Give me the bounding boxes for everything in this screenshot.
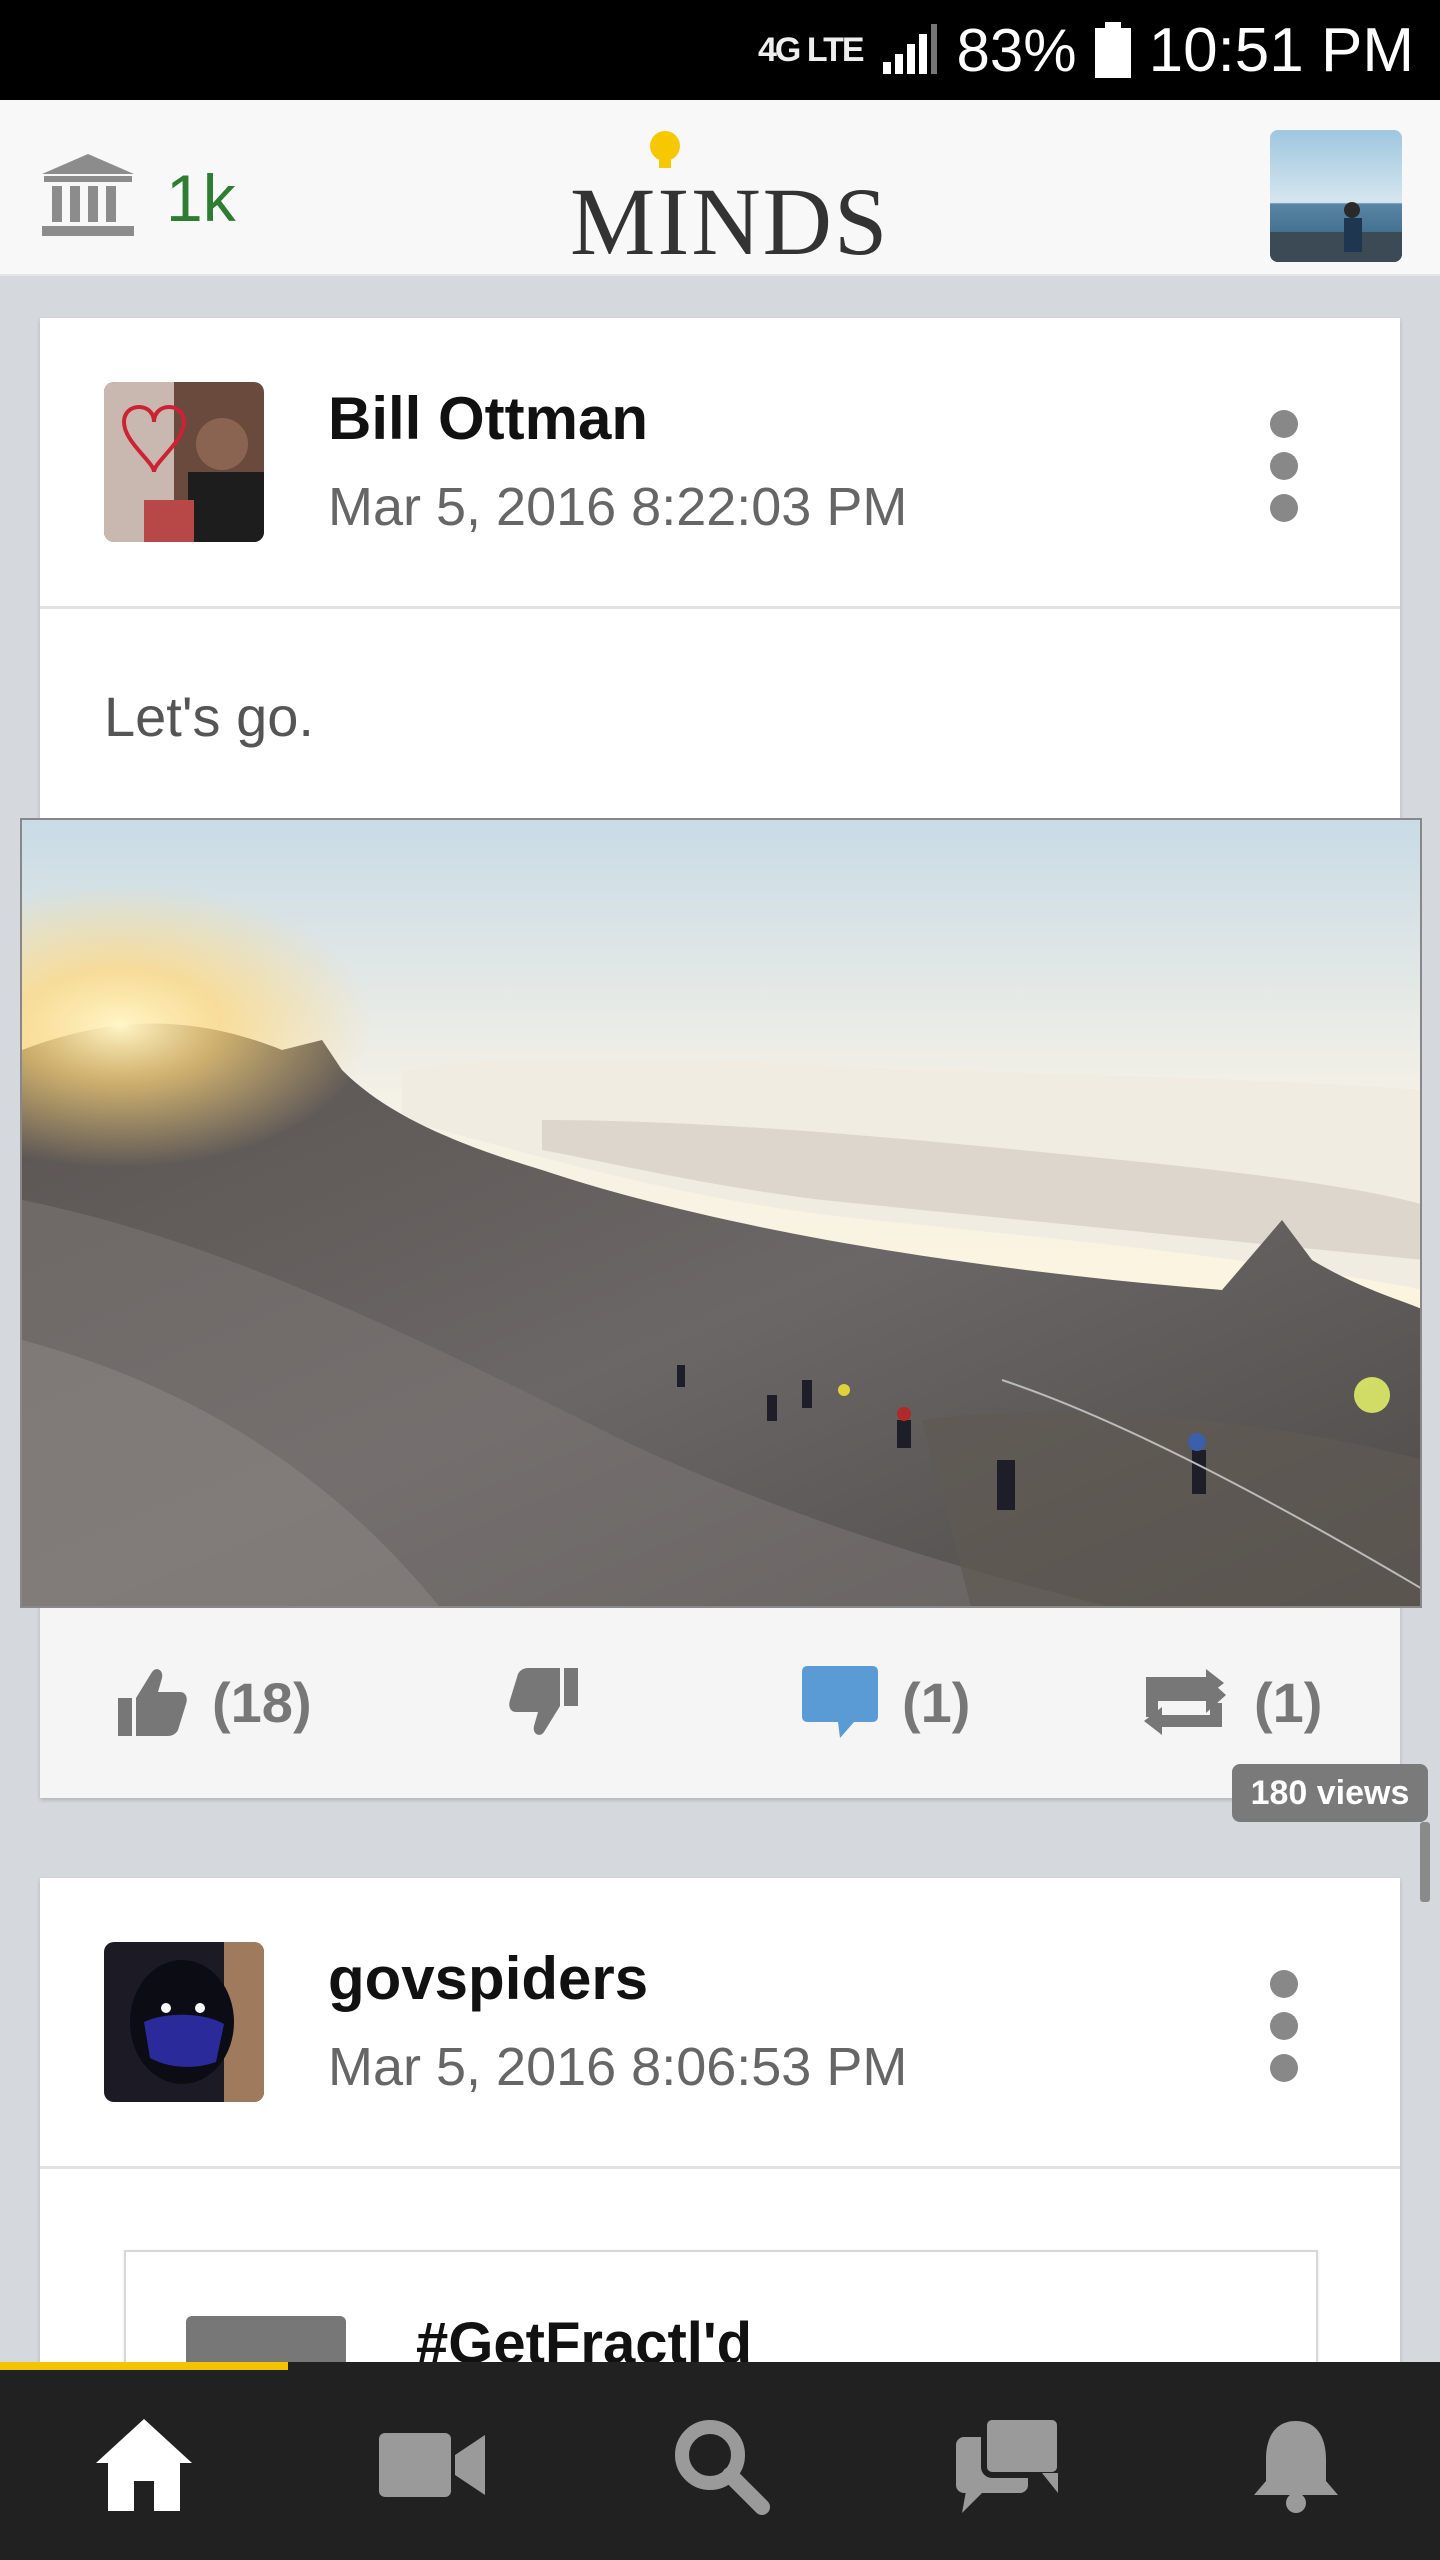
more-options-icon[interactable] xyxy=(1260,1962,1308,2090)
remind-icon xyxy=(1144,1669,1226,1735)
battery-percent: 83% xyxy=(956,16,1077,84)
remind-count: (1) xyxy=(1254,1670,1323,1734)
post-image[interactable] xyxy=(20,818,1422,1608)
notifications-icon xyxy=(1254,2421,1338,2513)
loading-progress-bar xyxy=(0,2362,288,2370)
owner-avatar[interactable] xyxy=(104,1942,264,2102)
comment-button[interactable]: (1) xyxy=(800,1652,970,1752)
bottom-nav xyxy=(0,2362,1440,2560)
activity-card: Bill Ottman Mar 5, 2016 8:22:03 PM Let's… xyxy=(20,318,1422,1798)
divider xyxy=(40,606,1400,609)
post-message: Let's go. xyxy=(104,685,314,748)
nav-search[interactable] xyxy=(660,2410,780,2520)
remind-button[interactable]: (1) xyxy=(1136,1652,1322,1752)
lightbulb-icon xyxy=(650,131,680,168)
owner-name[interactable]: govspiders xyxy=(328,1944,648,2013)
divider xyxy=(40,2166,1400,2169)
scrollbar[interactable] xyxy=(1420,1822,1430,1902)
minds-logo[interactable]: MINDS xyxy=(570,130,887,275)
signal-icon xyxy=(882,24,937,74)
thumbs-up-count: (18) xyxy=(212,1670,312,1734)
thumbs-up-button[interactable]: (18) xyxy=(114,1652,312,1752)
thumbs-up-icon xyxy=(118,1669,187,1736)
nav-notifications[interactable] xyxy=(1236,2410,1356,2520)
owner-name[interactable]: Bill Ottman xyxy=(328,384,648,453)
comment-icon xyxy=(802,1666,878,1738)
post-timestamp: Mar 5, 2016 8:22:03 PM xyxy=(328,477,908,537)
clock: 10:51 PM xyxy=(1148,15,1414,85)
user-avatar[interactable] xyxy=(1270,130,1402,262)
video-icon xyxy=(379,2433,485,2497)
more-options-icon[interactable] xyxy=(1260,402,1308,530)
thumbs-down-icon xyxy=(509,1668,578,1735)
post-timestamp: Mar 5, 2016 8:06:53 PM xyxy=(328,2037,908,2097)
points-counter[interactable]: 1k xyxy=(166,160,236,236)
nav-messenger[interactable] xyxy=(948,2410,1068,2520)
battery-icon xyxy=(1094,22,1131,78)
nav-video[interactable] xyxy=(372,2410,492,2520)
owner-avatar[interactable] xyxy=(104,382,264,542)
logo-text: MINDS xyxy=(570,168,890,275)
top-bar: 1k MINDS xyxy=(0,100,1440,276)
network-indicator: 4G LTE xyxy=(758,30,864,69)
search-icon xyxy=(675,2420,770,2515)
status-bar: 4G LTE 83% 10:51 PM xyxy=(0,0,1440,100)
views-badge: 180 views xyxy=(1232,1764,1428,1822)
nav-home[interactable] xyxy=(84,2410,204,2520)
comment-count: (1) xyxy=(902,1670,971,1734)
messenger-icon xyxy=(956,2415,1062,2513)
action-bar: (18) (1) (1) xyxy=(40,1608,1400,1798)
bank-icon[interactable] xyxy=(40,152,136,240)
home-icon xyxy=(96,2419,192,2511)
thumbs-down-button[interactable] xyxy=(506,1652,582,1752)
